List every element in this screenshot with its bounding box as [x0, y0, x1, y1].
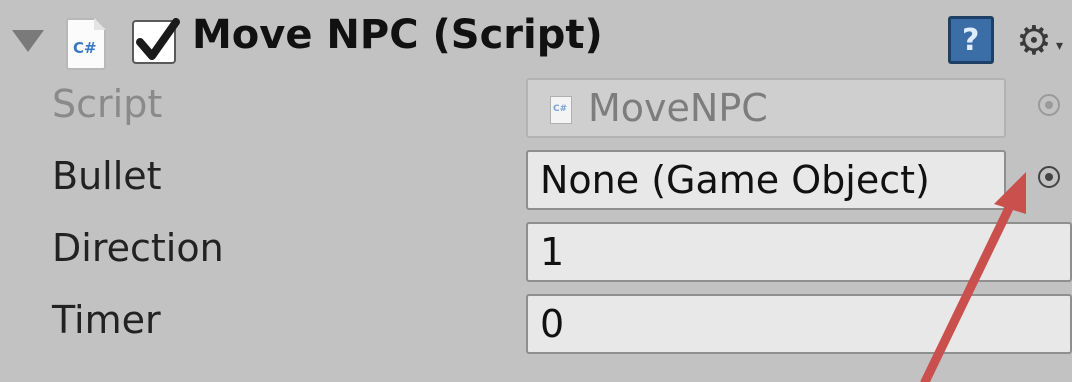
component-enabled-checkbox[interactable]: [132, 18, 180, 64]
object-picker-icon[interactable]: [1038, 166, 1060, 188]
field-row-timer: Timer 0: [0, 290, 1072, 360]
script-field-value: MoveNPC: [588, 86, 768, 130]
timer-input[interactable]: 0: [526, 294, 1072, 354]
csharp-script-icon: C#: [66, 18, 106, 70]
timer-field-value: 0: [540, 302, 565, 346]
checkmark-icon: [136, 18, 180, 60]
field-row-bullet: Bullet None (Game Object): [0, 146, 1072, 216]
field-label-timer: Timer: [52, 298, 161, 342]
direction-field-value: 1: [540, 230, 565, 274]
dropdown-caret-icon[interactable]: ▾: [1056, 38, 1063, 54]
script-object-field: C# MoveNPC: [526, 78, 1006, 138]
gear-icon[interactable]: ⚙: [1016, 18, 1052, 64]
field-row-direction: Direction 1: [0, 218, 1072, 288]
help-book-icon[interactable]: ?: [948, 16, 994, 64]
csharp-icon-text: C#: [553, 104, 568, 114]
field-label-direction: Direction: [52, 226, 224, 270]
field-row-script: Script C# MoveNPC: [0, 74, 1072, 144]
csharp-icon-text: C#: [73, 39, 97, 57]
bullet-object-field[interactable]: None (Game Object): [526, 150, 1006, 210]
object-picker-icon: [1038, 94, 1060, 116]
inspector-component-panel: C# Move NPC (Script) ? ⚙ ▾ Script C# Mov…: [0, 0, 1072, 382]
foldout-triangle-icon[interactable]: [12, 30, 44, 52]
direction-input[interactable]: 1: [526, 222, 1072, 282]
csharp-script-icon: C#: [550, 96, 572, 124]
component-title: Move NPC (Script): [192, 12, 603, 58]
field-label-bullet: Bullet: [52, 154, 162, 198]
help-glyph: ?: [962, 23, 980, 58]
bullet-field-value: None (Game Object): [540, 158, 930, 202]
field-label-script: Script: [52, 82, 163, 126]
